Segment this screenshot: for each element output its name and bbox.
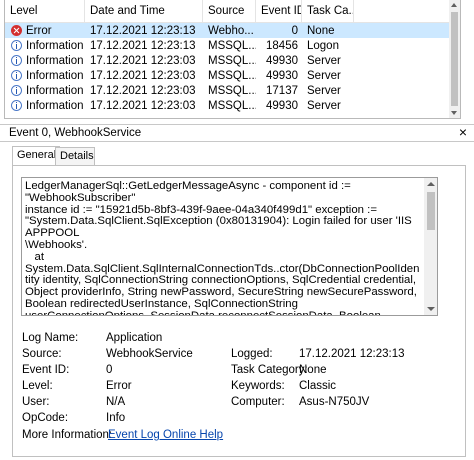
event-level-text: Information <box>26 84 84 97</box>
error-icon <box>11 25 22 36</box>
keywords-value: Classic <box>299 380 337 392</box>
event-details-titlebar: Event 0, WebhookService × <box>0 124 474 142</box>
event-source-cell: Webho... <box>208 24 254 37</box>
event-level-cell: Information <box>5 100 85 112</box>
event-task-category-cell: Server <box>307 99 341 112</box>
tab-details[interactable]: Details <box>55 147 95 165</box>
event-id-cell: 49930 <box>266 99 298 112</box>
event-log-online-help-link[interactable]: Event Log Online Help <box>108 429 223 441</box>
event-level-text: Error <box>26 24 52 37</box>
event-task-category-cell: Logon <box>307 39 339 52</box>
event-id-cell: 49930 <box>266 54 298 67</box>
event-row[interactable]: Information 17.12.2021 12:23:03 MSSQL... 49… <box>5 68 460 83</box>
event-source-cell: MSSQL... <box>208 69 256 82</box>
column-header-event-id[interactable]: Event ID <box>256 0 302 22</box>
event-row[interactable]: Information 17.12.2021 12:23:03 MSSQL... 49… <box>5 53 460 68</box>
event-level-cell: Information <box>5 55 85 67</box>
source-value: WebhookService <box>106 348 193 360</box>
event-id-cell: 49930 <box>266 69 298 82</box>
event-date-cell: 17.12.2021 12:23:03 <box>90 99 196 112</box>
event-source-cell: MSSQL... <box>208 39 256 52</box>
log-name-value: Application <box>106 332 163 344</box>
info-icon <box>11 100 22 111</box>
event-date-cell: 17.12.2021 12:23:03 <box>90 69 196 82</box>
scroll-up-arrow-icon[interactable] <box>451 3 457 7</box>
source-label: Source: <box>22 348 62 360</box>
user-label: User: <box>22 396 50 408</box>
event-date-cell: 17.12.2021 12:23:03 <box>90 54 196 67</box>
close-icon[interactable]: × <box>459 124 467 140</box>
logged-value: 17.12.2021 12:23:13 <box>299 348 405 360</box>
task-category-label: Task Category: <box>231 364 308 376</box>
event-id-value: 0 <box>106 364 113 376</box>
general-tab-panel: LedgerManagerSql::GetLedgerMessageAsync … <box>12 165 466 457</box>
computer-value: Asus-N750JV <box>299 396 370 408</box>
level-label: Level: <box>22 380 53 392</box>
event-level-cell: Information <box>5 40 85 52</box>
tab-general[interactable]: General <box>12 146 60 166</box>
scroll-up-arrow-icon[interactable] <box>427 182 435 186</box>
event-date-cell: 17.12.2021 12:23:13 <box>90 39 196 52</box>
event-details-title: Event 0, WebhookService <box>9 127 142 139</box>
event-row[interactable]: Error 17.12.2021 12:23:13 Webho... 0 None <box>5 23 460 38</box>
more-information-label: More Information: <box>22 429 113 441</box>
user-value: N/A <box>106 396 126 408</box>
event-row[interactable]: Information 17.12.2021 12:23:03 MSSQL... 17… <box>5 83 460 98</box>
event-list-scrollbar[interactable] <box>449 0 460 118</box>
event-level-text: Information <box>26 69 84 82</box>
event-task-category-cell: Server <box>307 69 341 82</box>
opcode-value: Info <box>106 412 126 424</box>
event-list[interactable]: Level Date and Time Source Event ID Task… <box>4 0 461 119</box>
level-value: Error <box>106 380 132 392</box>
event-description-box[interactable]: LedgerManagerSql::GetLedgerMessageAsync … <box>21 177 438 316</box>
description-scrollbar[interactable] <box>424 178 437 315</box>
column-header-source[interactable]: Source <box>203 0 256 22</box>
event-rows: Error 17.12.2021 12:23:13 Webho... 0 None Inf… <box>5 23 460 113</box>
keywords-label: Keywords: <box>231 380 285 392</box>
logged-label: Logged: <box>231 348 273 360</box>
event-task-category-cell: Server <box>307 84 341 97</box>
log-name-label: Log Name: <box>22 332 79 344</box>
column-header-level[interactable]: Level <box>5 0 85 22</box>
event-level-text: Information <box>26 54 84 67</box>
event-level-text: Information <box>26 99 84 112</box>
event-date-cell: 17.12.2021 12:23:13 <box>90 24 196 37</box>
event-description-text[interactable]: LedgerManagerSql::GetLedgerMessageAsync … <box>25 180 421 315</box>
event-task-category-cell: None <box>307 24 335 37</box>
event-source-cell: MSSQL... <box>208 54 256 67</box>
event-list-header: Level Date and Time Source Event ID Task… <box>5 0 460 23</box>
info-icon <box>11 85 22 96</box>
scroll-thumb[interactable] <box>427 192 435 230</box>
event-id-label: Event ID: <box>22 364 70 376</box>
event-task-category-cell: Server <box>307 54 341 67</box>
event-id-cell: 17137 <box>266 84 298 97</box>
info-icon <box>11 55 22 66</box>
event-level-cell: Information <box>5 70 85 82</box>
event-id-cell: 18456 <box>266 39 298 52</box>
column-header-task-category[interactable]: Task Ca... <box>302 0 354 22</box>
event-source-cell: MSSQL... <box>208 84 256 97</box>
event-row[interactable]: Information 17.12.2021 12:23:13 MSSQL... 18… <box>5 38 460 53</box>
event-level-text: Information <box>26 39 84 52</box>
event-id-cell: 0 <box>291 24 298 37</box>
info-icon <box>11 70 22 81</box>
task-category-value: None <box>299 364 327 376</box>
event-row[interactable]: Information 17.12.2021 12:23:03 MSSQL... 49… <box>5 98 460 113</box>
event-source-cell: MSSQL... <box>208 99 256 112</box>
event-level-cell: Error <box>5 25 85 37</box>
scroll-down-arrow-icon[interactable] <box>427 307 435 311</box>
opcode-label: OpCode: <box>22 412 69 424</box>
event-date-cell: 17.12.2021 12:23:03 <box>90 84 196 97</box>
scroll-thumb[interactable] <box>451 12 458 106</box>
info-icon <box>11 40 22 51</box>
column-header-date[interactable]: Date and Time <box>85 0 203 22</box>
event-level-cell: Information <box>5 85 85 97</box>
scroll-down-arrow-icon[interactable] <box>451 111 457 115</box>
computer-label: Computer: <box>231 396 285 408</box>
